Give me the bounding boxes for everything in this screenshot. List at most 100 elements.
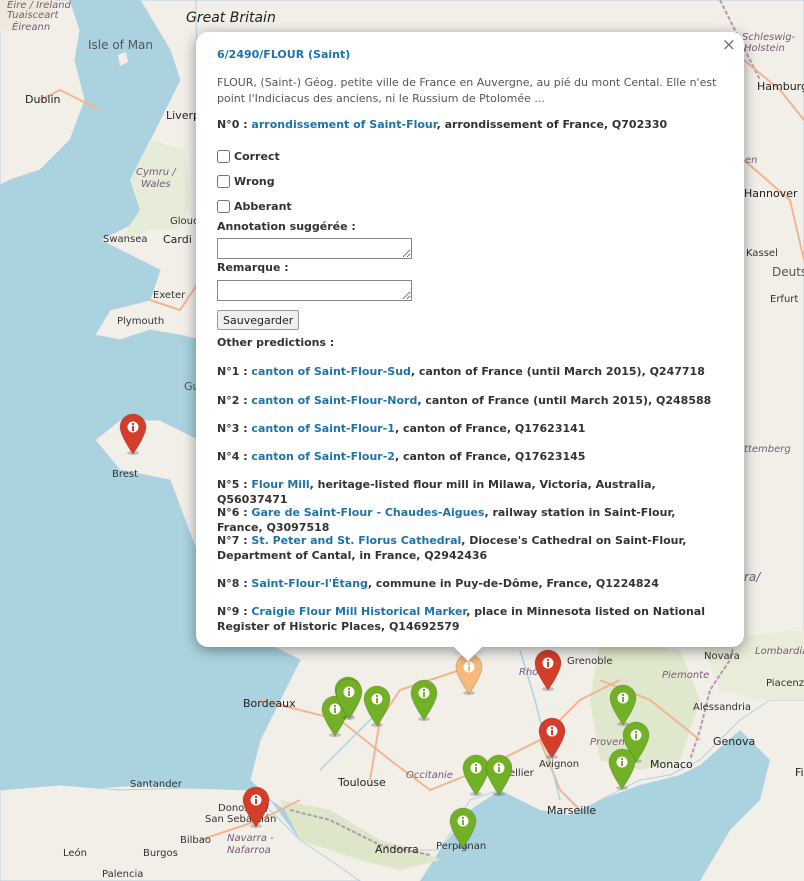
prediction-prefix: N°9 : — [217, 605, 252, 618]
prediction-prefix: N°4 : — [217, 450, 252, 463]
label-avignon: Avignon — [539, 759, 580, 770]
popup-description: FLOUR, (Saint-) Géog. petite ville de Fr… — [217, 76, 717, 105]
prediction-item: N°4 : canton of Saint-Flour-2, canton of… — [217, 449, 717, 464]
prediction-item: N°5 : Flour Mill, heritage-listed flour … — [217, 477, 717, 507]
annotation-textarea[interactable] — [217, 238, 412, 259]
label-holstein: Holstein — [744, 43, 785, 54]
map-marker[interactable] — [362, 684, 392, 728]
label-tembe: ttemberg — [744, 444, 791, 455]
label-great-britain: Great Britain — [186, 10, 276, 26]
label-isle-of-man: Isle of Man — [88, 38, 154, 52]
label-nafarroa: Nafarroa — [227, 845, 271, 856]
prediction-detail: , canton of France (until March 2015), Q… — [417, 394, 712, 407]
label-grenoble: Grenoble — [567, 656, 613, 667]
correct-checkbox[interactable] — [217, 150, 230, 163]
prediction-detail: , canton of France (until March 2015), Q… — [410, 365, 705, 378]
label-andorra: Andorra — [375, 843, 419, 856]
label-santander: Santander — [130, 779, 182, 790]
prediction-item: N°6 : Gare de Saint-Flour - Chaudes-Aigu… — [217, 505, 717, 535]
prediction-prefix: N°7 : — [217, 534, 252, 547]
map-marker[interactable] — [409, 678, 439, 722]
label-en: en — [745, 155, 758, 166]
prediction-link[interactable]: Saint-Flour-l'Étang — [251, 577, 367, 590]
label-schleswig: Schleswig- — [742, 32, 796, 43]
label-ra: ra/ — [744, 570, 761, 584]
prediction-item: N°1 : canton of Saint-Flour-Sud, canton … — [217, 364, 717, 379]
prediction-link[interactable]: Flour Mill — [251, 478, 309, 491]
remark-label: Remarque : — [217, 261, 289, 274]
label-liverpool: Liverp — [166, 109, 200, 122]
map-marker[interactable] — [118, 412, 148, 456]
checkbox-abberant[interactable]: Abberant — [217, 200, 292, 213]
prediction-detail: , canton of France, Q17623145 — [394, 450, 586, 463]
map-marker[interactable] — [537, 716, 567, 760]
wrong-checkbox[interactable] — [217, 175, 230, 188]
prediction-prefix: N°2 : — [217, 394, 252, 407]
label-wales: Wales — [141, 179, 171, 190]
checkbox-wrong[interactable]: Wrong — [217, 175, 275, 188]
label-occitanie: Occitanie — [406, 770, 453, 781]
prediction-detail: , commune in Puy-de-Dôme, France, Q12248… — [367, 577, 659, 590]
label-exeter: Exeter — [153, 290, 186, 301]
map-marker[interactable] — [448, 806, 478, 850]
top-prediction: N°0 : arrondissement of Saint-Flour, arr… — [217, 117, 717, 132]
prediction-item: N°2 : canton of Saint-Flour-Nord, canton… — [217, 393, 717, 408]
label-glouc: Glouc — [170, 216, 199, 227]
popup-title[interactable]: 6/2490/FLOUR (Saint) — [217, 48, 350, 61]
prediction-prefix: N°6 : — [217, 506, 252, 519]
prediction-detail: , arrondissement of France, Q702330 — [436, 118, 668, 131]
prediction-link[interactable]: canton of Saint-Flour-2 — [251, 450, 395, 463]
label-toulouse: Toulouse — [338, 776, 386, 789]
prediction-detail: , canton of France, Q17623141 — [394, 422, 586, 435]
label-cardiff: Cardi — [163, 233, 192, 246]
info-popup: × 6/2490/FLOUR (Saint) FLOUR, (Saint-) G… — [196, 32, 744, 662]
prediction-link[interactable]: Craigie Flour Mill Historical Marker — [251, 605, 466, 618]
prediction-link[interactable]: Gare de Saint-Flour - Chaudes-Aigues — [251, 506, 484, 519]
prediction-prefix: N°1 : — [217, 365, 252, 378]
map-marker[interactable] — [241, 785, 271, 829]
map-marker[interactable] — [334, 677, 364, 721]
prediction-link[interactable]: arrondissement of Saint-Flour — [251, 118, 436, 131]
label-plymouth: Plymouth — [117, 316, 165, 327]
label-navarra: Navarra - — [227, 833, 274, 844]
map-marker[interactable] — [607, 747, 637, 791]
close-icon[interactable]: × — [722, 36, 736, 54]
map-marker[interactable] — [533, 648, 563, 692]
label-bordeaux: Bordeaux — [243, 697, 296, 710]
label-lombardia: Lombardia — [755, 646, 804, 657]
label-bilbao: Bilbao — [180, 835, 212, 846]
label-palencia: Palencia — [102, 869, 144, 880]
save-button[interactable]: Sauvegarder — [217, 310, 300, 330]
label-monaco: Monaco — [650, 758, 693, 771]
prediction-item: N°8 : Saint-Flour-l'Étang, commune in Pu… — [217, 576, 717, 591]
prediction-link[interactable]: canton of Saint-Flour-Sud — [251, 365, 410, 378]
label-piemonte: Piemonte — [662, 670, 710, 681]
other-predictions-label: Other predictions : — [217, 336, 335, 349]
label-kassel: Kassel — [746, 248, 778, 259]
checkbox-label: Wrong — [234, 175, 275, 188]
label-alessandria: Alessandria — [693, 702, 752, 713]
checkbox-correct[interactable]: Correct — [217, 150, 280, 163]
label-eireann: Éireann — [12, 22, 51, 33]
label-genova: Genova — [713, 735, 756, 748]
label-deuts: Deuts — [772, 265, 804, 279]
label-hamburg: Hamburg — [757, 80, 804, 93]
prediction-link[interactable]: canton of Saint-Flour-1 — [251, 422, 395, 435]
remark-textarea[interactable] — [217, 280, 412, 301]
checkbox-label: Correct — [234, 150, 280, 163]
label-leon: León — [63, 848, 88, 859]
prediction-link[interactable]: canton of Saint-Flour-Nord — [251, 394, 417, 407]
label-burgos: Burgos — [143, 848, 178, 859]
label-marseille: Marseille — [547, 804, 597, 817]
prediction-prefix: N°3 : — [217, 422, 252, 435]
label-dublin: Dublin — [25, 93, 61, 106]
abberant-checkbox[interactable] — [217, 200, 230, 213]
prediction-prefix: N°8 : — [217, 577, 252, 590]
label-piacenza: Piacenza — [766, 678, 804, 689]
map-marker[interactable] — [484, 753, 514, 797]
prediction-item: N°3 : canton of Saint-Flour-1, canton of… — [217, 421, 717, 436]
label-swansea: Swansea — [103, 234, 148, 245]
annotation-label: Annotation suggérée : — [217, 220, 356, 233]
prediction-link[interactable]: St. Peter and St. Florus Cathedral — [251, 534, 461, 547]
prediction-prefix: N°0 : — [217, 118, 252, 131]
